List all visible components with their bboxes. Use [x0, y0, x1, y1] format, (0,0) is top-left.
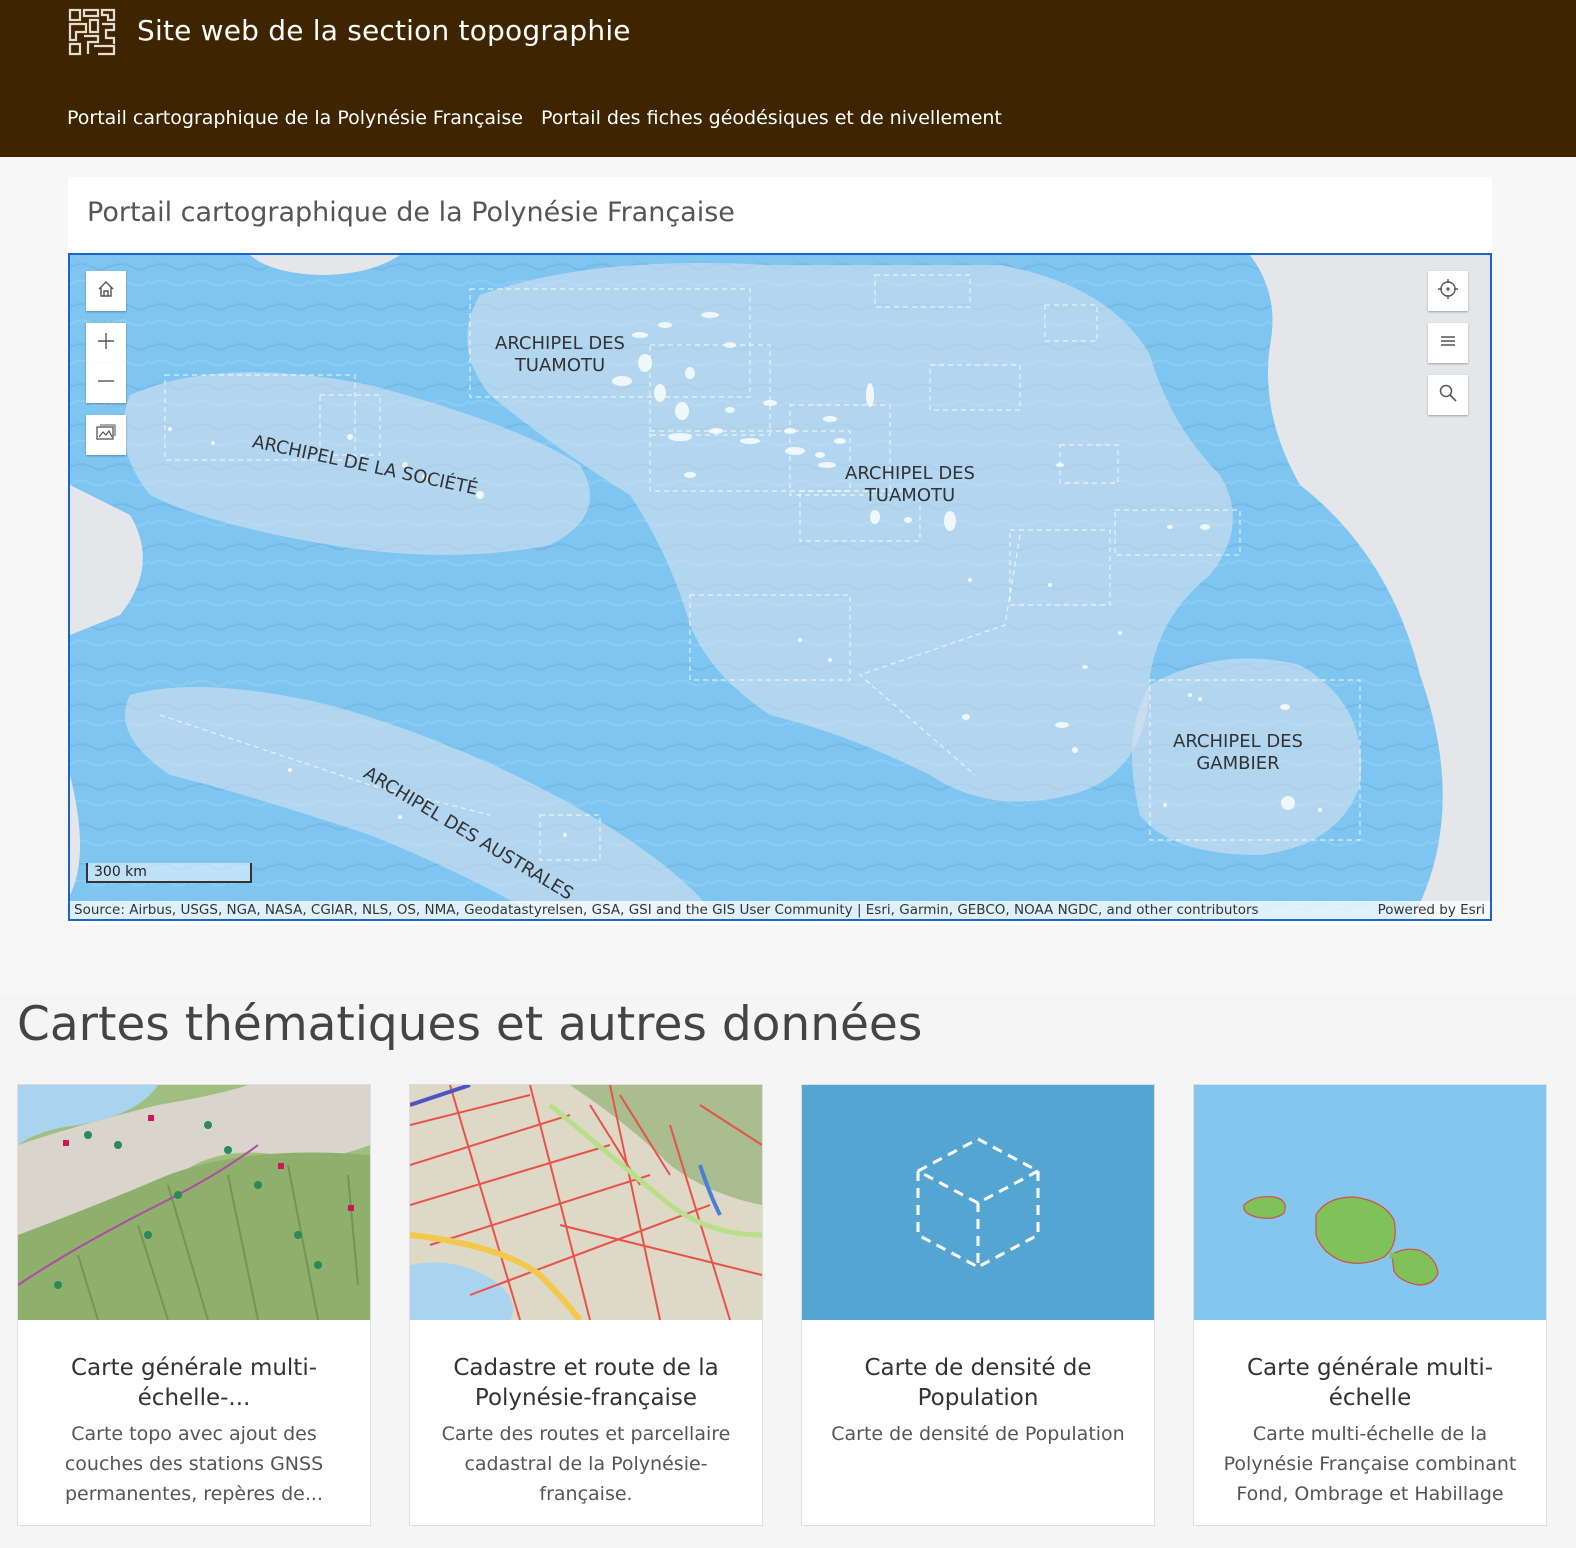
search-icon [1438, 383, 1458, 407]
map-powered-by[interactable]: Powered by Esri [1378, 902, 1485, 918]
thematic-maps-section: Cartes thématiques et autres données Car… [0, 995, 1576, 1548]
map-attribution-sources: Source: Airbus, USGS, NGA, NASA, CGIAR, … [74, 902, 1259, 918]
map-zoom-out-button[interactable] [86, 363, 126, 403]
map-home-button[interactable] [86, 271, 126, 311]
card-cadastre-et-route[interactable]: Cadastre et route de la Polynésie-frança… [409, 1084, 763, 1526]
card-thumbnail-island-map[interactable] [1194, 1085, 1546, 1320]
section-title: Cartes thématiques et autres données [17, 997, 923, 1052]
layers-list-icon [1438, 331, 1458, 355]
map-card-title: Portail cartographique de la Polynésie F… [87, 197, 735, 228]
card-title[interactable]: Carte de densité de Population [816, 1353, 1140, 1413]
map-card: Portail cartographique de la Polynésie F… [68, 177, 1492, 925]
card-description: Carte de densité de Population [831, 1423, 1125, 1445]
map-label-tuamotu-center: ARCHIPEL DES TUAMOTU [845, 463, 975, 506]
home-icon [96, 279, 116, 303]
map-search-button[interactable] [1428, 375, 1468, 415]
map-attribution: Source: Airbus, USGS, NGA, NASA, CGIAR, … [70, 901, 1490, 919]
map-layer-list-button[interactable] [1428, 323, 1468, 363]
site-title[interactable]: Site web de la section topographie [137, 14, 631, 47]
card-description: Carte des routes et parcellaire cadastra… [441, 1423, 731, 1505]
card-description: Carte multi-échelle de la Polynésie Fran… [1223, 1423, 1517, 1505]
nav-link-portail-cartographique[interactable]: Portail cartographique de la Polynésie F… [67, 107, 523, 129]
map-label-gambier: ARCHIPEL DES GAMBIER [1173, 731, 1303, 774]
card-densite-population[interactable]: Carte de densité de Population Carte de … [801, 1084, 1155, 1526]
card-thumbnail-placeholder[interactable] [802, 1085, 1154, 1320]
zoom-in-icon [96, 331, 116, 355]
card-title[interactable]: Carte générale multi-échelle [1208, 1353, 1532, 1413]
map-view[interactable]: ARCHIPEL DES TUAMOTU ARCHIPEL DE LA SOCI… [68, 253, 1492, 921]
map-basemap [70, 255, 1490, 919]
map-basemap-button[interactable] [86, 415, 126, 455]
card-thumbnail-topo-map[interactable] [18, 1085, 370, 1320]
locate-icon [1437, 278, 1459, 304]
map-label-tuamotu-north: ARCHIPEL DES TUAMOTU [495, 333, 625, 376]
nav-link-portail-fiches-geodesiques[interactable]: Portail des fiches géodésiques et de niv… [541, 107, 1002, 129]
map-scale-bar: 300 km [86, 863, 252, 883]
card-description: Carte topo avec ajout des couches des st… [64, 1423, 324, 1505]
site-logo-icon[interactable] [68, 8, 116, 56]
basemap-icon [95, 423, 117, 447]
card-thumbnail-cadastre-map[interactable] [410, 1085, 762, 1320]
card-title[interactable]: Cadastre et route de la Polynésie-frança… [424, 1353, 748, 1413]
cube-placeholder-icon [802, 1137, 1154, 1320]
site-header: Site web de la section topographie Porta… [0, 0, 1576, 157]
card-title[interactable]: Carte générale multi-échelle-... [32, 1353, 356, 1413]
card-carte-generale-multi-echelle-gnss[interactable]: Carte générale multi-échelle-... Carte t… [17, 1084, 371, 1526]
map-locate-button[interactable] [1428, 271, 1468, 311]
zoom-out-icon [96, 371, 116, 395]
card-carte-generale-multi-echelle[interactable]: Carte générale multi-échelle Carte multi… [1193, 1084, 1547, 1526]
map-zoom-in-button[interactable] [86, 323, 126, 363]
